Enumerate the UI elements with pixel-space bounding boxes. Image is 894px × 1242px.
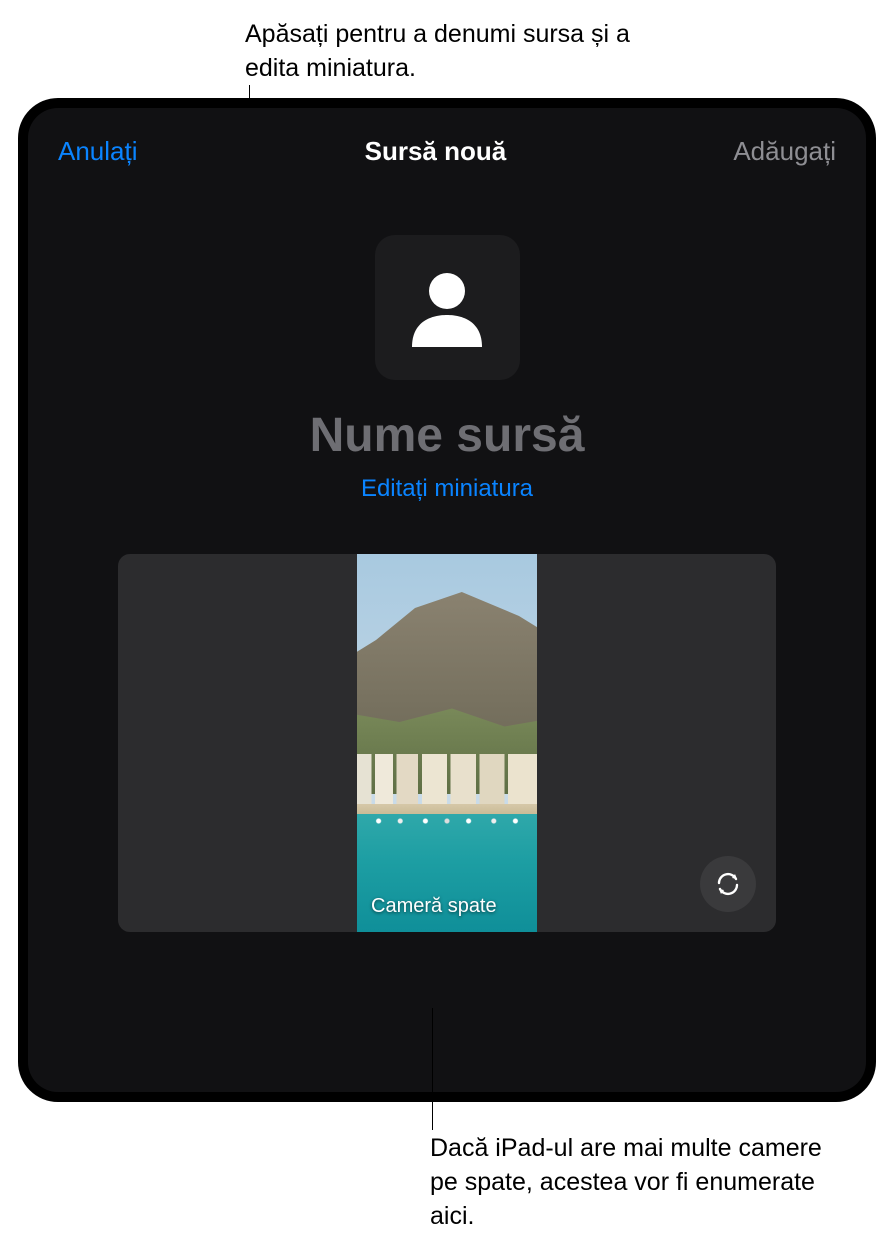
flip-camera-icon	[713, 869, 743, 899]
edit-thumbnail-button[interactable]: Editați miniatura	[361, 475, 533, 503]
preview-boats	[357, 812, 537, 830]
camera-preview-panel: Cameră spate	[118, 554, 776, 932]
new-source-sheet: Anulați Sursă nouă Adăugați Nume sursă E…	[28, 108, 866, 1092]
flip-camera-button[interactable]	[700, 856, 756, 912]
person-icon	[402, 263, 492, 353]
source-identity-area: Nume sursă Editați miniatura	[28, 235, 866, 503]
cancel-button[interactable]: Anulați	[58, 136, 138, 167]
camera-label: Cameră spate	[371, 895, 497, 918]
add-button[interactable]: Adăugați	[733, 136, 836, 167]
callout-bottom: Dacă iPad-ul are mai multe camere pe spa…	[430, 1132, 850, 1233]
sheet-header: Anulați Sursă nouă Adăugați	[28, 108, 866, 187]
callout-leader-line-bottom	[432, 1008, 433, 1130]
callout-top: Apăsați pentru a denumi sursa și a edita…	[245, 18, 645, 86]
sheet-title: Sursă nouă	[365, 136, 507, 167]
source-name-field[interactable]: Nume sursă	[310, 408, 585, 463]
source-avatar-placeholder[interactable]	[375, 235, 520, 380]
camera-preview[interactable]: Cameră spate	[357, 554, 537, 932]
device-frame: Anulați Sursă nouă Adăugați Nume sursă E…	[18, 98, 876, 1102]
